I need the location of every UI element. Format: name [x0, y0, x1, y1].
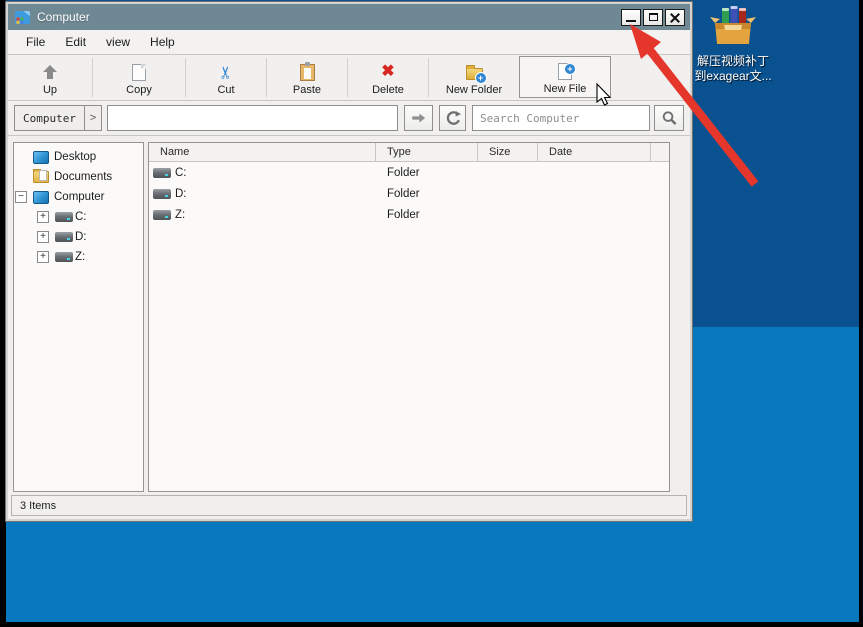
expand-expander[interactable]: +	[37, 251, 49, 263]
paste-button[interactable]: Paste	[267, 55, 347, 100]
search-button[interactable]	[654, 105, 684, 131]
menu-file[interactable]: File	[16, 32, 55, 52]
shortcut-label-line2: 到exagear文...	[691, 69, 775, 84]
new-folder-button[interactable]: New Folder	[429, 55, 519, 100]
column-header-type[interactable]: Type	[376, 143, 478, 161]
magnifier-icon	[661, 110, 678, 127]
new-folder-icon	[466, 61, 483, 83]
list-row-drive-d[interactable]: D: Folder	[149, 183, 669, 204]
expand-expander[interactable]: +	[37, 211, 49, 223]
monitor-icon	[33, 151, 49, 164]
menu-view[interactable]: view	[96, 32, 140, 52]
paste-icon	[300, 61, 315, 83]
go-button[interactable]	[404, 105, 433, 131]
collapse-expander[interactable]: −	[15, 191, 27, 203]
location-button[interactable]: Computer	[14, 105, 85, 131]
drive-icon	[55, 212, 73, 222]
app-icon	[14, 10, 31, 25]
titlebar[interactable]: Computer	[8, 4, 690, 30]
list-row-drive-c[interactable]: C: Folder	[149, 162, 669, 183]
tree-item-computer[interactable]: − Computer	[14, 187, 143, 207]
copy-button[interactable]: Copy	[93, 55, 185, 100]
list-row-drive-z[interactable]: Z: Folder	[149, 204, 669, 225]
menu-edit[interactable]: Edit	[55, 32, 96, 52]
tree-item-drive-z[interactable]: + Z:	[14, 247, 143, 267]
tree-item-desktop[interactable]: Desktop	[14, 147, 143, 167]
screen: 解压视频补丁 到exagear文... Computer File Edit v…	[0, 0, 863, 627]
addressbar: Computer >	[8, 101, 690, 136]
tree-item-drive-c[interactable]: + C:	[14, 207, 143, 227]
drive-icon	[55, 232, 73, 242]
delete-button[interactable]: ✖ Delete	[348, 55, 428, 100]
content-area: Desktop Documents − Computer + C:	[8, 136, 690, 519]
desktop-shortcut-winrar[interactable]: 解压视频补丁 到exagear文...	[691, 4, 775, 84]
documents-folder-icon	[33, 171, 49, 183]
cut-button[interactable]: ✂ Cut	[186, 55, 266, 100]
drive-icon	[153, 189, 171, 199]
path-input[interactable]	[107, 105, 398, 131]
statusbar: 3 Items	[11, 495, 687, 516]
computer-icon	[33, 191, 49, 204]
drive-icon	[153, 168, 171, 178]
file-manager-window: Computer File Edit view Help Up Copy	[6, 2, 692, 521]
refresh-button[interactable]	[439, 105, 466, 131]
drive-icon	[153, 210, 171, 220]
item-count: 3 Items	[20, 500, 56, 512]
column-header-size[interactable]: Size	[478, 143, 538, 161]
menubar: File Edit view Help	[8, 30, 690, 55]
new-file-icon	[558, 60, 572, 82]
maximize-button[interactable]	[643, 9, 663, 26]
file-list-pane: Name Type Size Date C: Folder D: Folder	[148, 142, 670, 492]
minimize-button[interactable]	[621, 9, 641, 26]
column-header-name[interactable]: Name	[149, 143, 376, 161]
scissors-icon: ✂	[219, 61, 233, 83]
chevron-right-icon[interactable]: >	[85, 105, 102, 131]
tree-item-drive-d[interactable]: + D:	[14, 227, 143, 247]
refresh-icon	[445, 110, 461, 126]
toolbar: Up Copy ✂ Cut Paste ✖ Delete	[8, 55, 690, 101]
new-file-button[interactable]: New File	[519, 56, 611, 98]
minimize-icon	[626, 20, 636, 22]
folder-tree-pane: Desktop Documents − Computer + C:	[13, 142, 144, 492]
menu-help[interactable]: Help	[140, 32, 185, 52]
winrar-archive-icon	[710, 4, 756, 48]
up-button[interactable]: Up	[8, 55, 92, 100]
maximize-icon	[649, 13, 658, 21]
window-title: Computer	[37, 10, 619, 24]
list-header: Name Type Size Date	[149, 143, 669, 162]
drive-icon	[55, 252, 73, 262]
close-button[interactable]	[665, 9, 685, 26]
copy-icon	[132, 61, 146, 83]
up-arrow-icon	[41, 61, 59, 83]
delete-icon: ✖	[381, 61, 394, 83]
column-header-date[interactable]: Date	[538, 143, 651, 161]
go-arrow-icon	[410, 110, 427, 126]
tree-item-documents[interactable]: Documents	[14, 167, 143, 187]
shortcut-label-line1: 解压视频补丁	[691, 54, 775, 69]
expand-expander[interactable]: +	[37, 231, 49, 243]
search-input[interactable]	[472, 105, 650, 131]
